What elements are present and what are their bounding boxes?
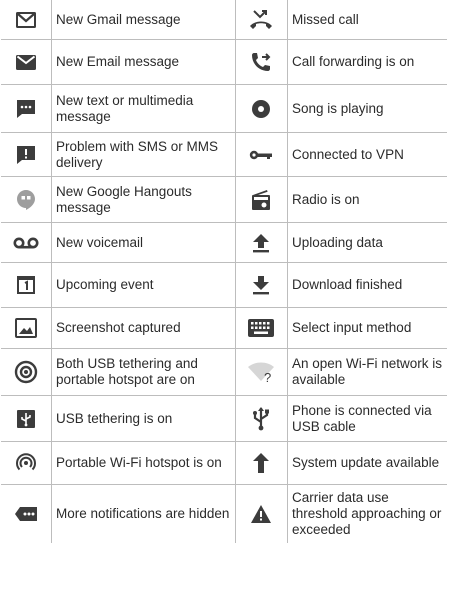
right-text-cell: Radio is on [292,177,447,222]
right-description: Select input method [292,320,412,335]
right-description: System update available [292,455,440,470]
left-text-cell: Both USB tethering and portable hotspot … [56,349,235,395]
call-forwarding-icon [235,40,287,84]
wifi-hotspot-icon [1,442,51,484]
right-text-cell: Call forwarding is on [292,40,447,84]
right-text-cell: Carrier data use threshold approaching o… [292,485,447,543]
right-description: Download finished [292,277,403,292]
sms-problem-icon [1,133,51,176]
table-row: New Gmail message Missed call [1,0,447,40]
right-description: Carrier data use threshold approaching o… [292,490,442,537]
left-text-cell: New Email message [56,40,235,84]
right-text-cell: Uploading data [292,223,447,262]
system-update-icon [235,442,287,484]
text-message-icon [1,85,51,132]
table-row: More notifications are hidden Carrier dat… [1,485,447,543]
table-row: Portable Wi-Fi hotspot is on System updat… [1,442,447,485]
left-text-cell: USB tethering is on [56,396,235,441]
left-text-cell: New voicemail [56,223,235,262]
right-text-cell: Song is playing [292,85,447,132]
right-description: Uploading data [292,234,383,250]
column-divider [235,0,236,543]
hangouts-icon [1,177,51,222]
email-icon [1,40,51,84]
warning-icon [235,485,287,543]
right-text-cell: Select input method [292,308,447,348]
right-description: Connected to VPN [292,146,404,162]
left-description: More notifications are hidden [56,506,230,521]
right-text-cell: Missed call [292,0,447,39]
left-text-cell: More notifications are hidden [56,485,235,543]
song-playing-icon [235,85,287,132]
vpn-key-icon [235,133,287,176]
more-notifications-icon [1,485,51,543]
column-divider [51,0,52,543]
right-text-cell: Phone is connected via USB cable [292,396,447,441]
left-text-cell: New text or multimedia message [56,85,235,132]
tethering-hotspot-icon [1,349,51,395]
left-description: Upcoming event [56,277,154,292]
left-text-cell: Upcoming event [56,263,235,307]
left-description: Screenshot captured [56,320,181,335]
left-description: New voicemail [56,234,144,250]
left-description: Both USB tethering and portable hotspot … [56,356,198,387]
download-icon [235,263,287,307]
usb-icon [235,396,287,441]
right-description: Song is playing [292,100,384,116]
table-row: New text or multimedia message Song is pl… [1,85,447,133]
table-row: Screenshot captured Select input method [1,308,447,349]
radio-icon [235,177,287,222]
left-text-cell: Screenshot captured [56,308,235,348]
screenshot-icon [1,308,51,348]
table-row: Problem with SMS or MMS delivery Connecte… [1,133,447,177]
table-row: Both USB tethering and portable hotspot … [1,349,447,396]
left-text-cell: New Gmail message [56,0,235,39]
left-description: New Google Hangouts message [56,183,192,215]
table-row: Upcoming event Download finished [1,263,447,308]
svg-text:?: ? [264,370,271,383]
right-description: Call forwarding is on [292,54,415,69]
table-row: USB tethering is on Phone is connected vi… [1,396,447,442]
left-text-cell: Portable Wi-Fi hotspot is on [56,442,235,484]
table-row: New Google Hangouts message Radio is on [1,177,447,223]
calendar-event-icon [1,263,51,307]
right-text-cell: Connected to VPN [292,133,447,176]
gmail-icon [1,0,51,39]
table-row: New Email message Call forwarding is on [1,40,447,85]
right-text-cell: An open Wi-Fi network is available [292,349,447,395]
right-description: An open Wi-Fi network is available [292,356,443,387]
left-description: Problem with SMS or MMS delivery [56,138,219,170]
left-description: New Gmail message [56,11,181,27]
left-text-cell: New Google Hangouts message [56,177,235,222]
upload-icon [235,223,287,262]
open-wifi-icon: ? [235,349,287,395]
right-text-cell: Download finished [292,263,447,307]
usb-tethering-icon [1,396,51,441]
left-description: USB tethering is on [56,410,173,426]
column-divider [287,0,288,543]
left-description: New Email message [56,54,180,69]
keyboard-icon [235,308,287,348]
left-description: New text or multimedia message [56,92,194,124]
left-text-cell: Problem with SMS or MMS delivery [56,133,235,176]
right-description: Phone is connected via USB cable [292,402,432,434]
left-description: Portable Wi-Fi hotspot is on [56,455,222,470]
voicemail-icon [1,223,51,262]
right-description: Radio is on [292,191,360,207]
right-text-cell: System update available [292,442,447,484]
table-row: New voicemail Uploading data [1,223,447,263]
right-description: Missed call [292,11,359,27]
missed-call-icon [235,0,287,39]
